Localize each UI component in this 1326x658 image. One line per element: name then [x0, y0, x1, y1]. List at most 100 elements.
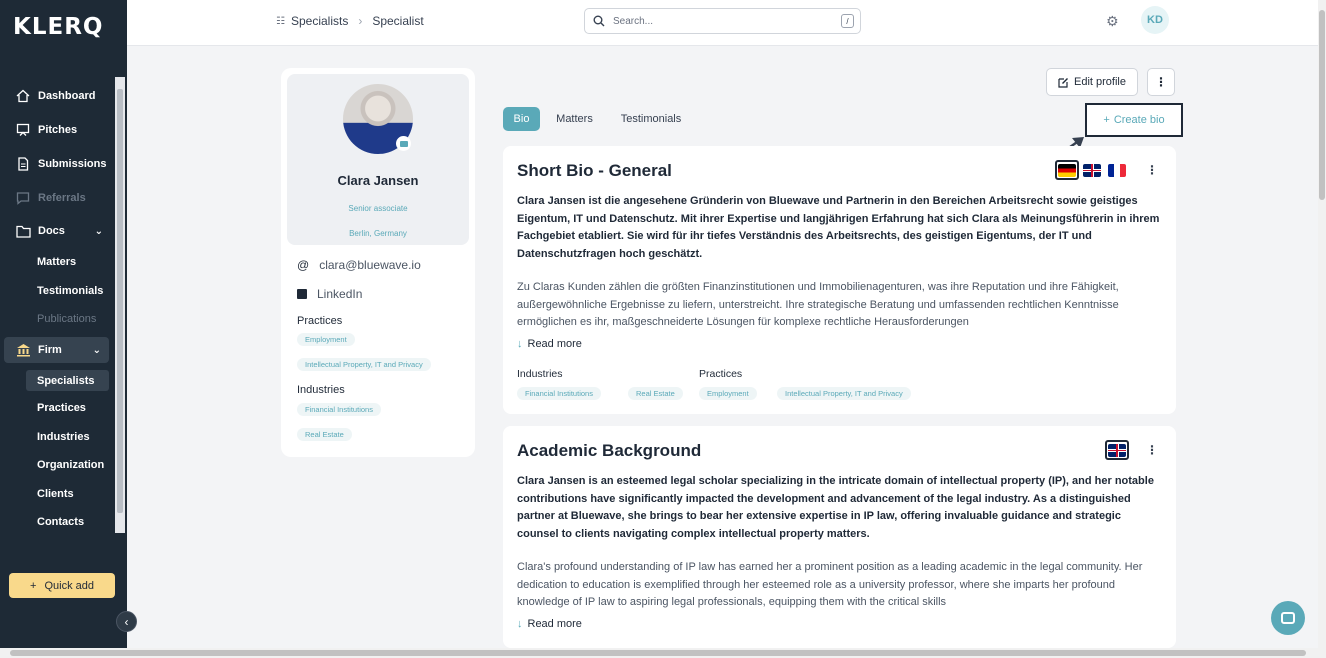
more-options-button[interactable]: ⋮	[1147, 68, 1175, 96]
bio-practices-label: Practices	[699, 368, 743, 380]
flag-uk-icon[interactable]	[1083, 164, 1101, 177]
arrow-down-icon: ↓	[517, 338, 523, 350]
bio-card: Academic Background ⋮ Clara Jansen is an…	[503, 426, 1176, 648]
chat-icon	[1281, 612, 1295, 624]
read-more-link[interactable]: ↓ Read more	[517, 618, 582, 630]
sidebar-item-docs[interactable]: Docs ⌄	[0, 218, 115, 244]
sidebar-item-label: Pitches	[38, 124, 78, 136]
sidebar-item-publications[interactable]: Publications	[37, 313, 96, 325]
user-avatar[interactable]: KD	[1141, 6, 1169, 34]
flag-fr-icon[interactable]	[1108, 164, 1126, 177]
sidebar-item-testimonials[interactable]: Testimonials	[37, 285, 103, 297]
bio-menu-icon[interactable]: ⋮	[1146, 443, 1158, 457]
quick-add-label: Quick add	[44, 579, 94, 592]
bio-industries-label: Industries	[517, 368, 563, 380]
tab-testimonials[interactable]: Testimonials	[611, 107, 691, 131]
read-more-label: Read more	[527, 618, 582, 630]
sidebar-item-label: Referrals	[38, 192, 86, 204]
sidebar-item-label: Docs	[38, 225, 65, 237]
document-icon	[14, 156, 32, 172]
collapse-sidebar-button[interactable]: ‹	[116, 611, 137, 632]
search-icon	[593, 15, 605, 27]
scrollbar-thumb[interactable]	[10, 650, 1306, 656]
sidebar-item-firm[interactable]: Firm ⌄	[4, 337, 109, 363]
industry-chip: Financial Institutions	[517, 387, 601, 400]
bio-title: Academic Background	[517, 441, 702, 460]
profile-card: Clara Jansen Senior associate Berlin, Ge…	[281, 68, 475, 457]
read-more-label: Read more	[527, 338, 582, 350]
sidebar: KLERQ Dashboard Pitches Submissions Refe…	[0, 0, 127, 658]
edit-icon	[1058, 77, 1068, 88]
sidebar-item-matters[interactable]: Matters	[37, 256, 76, 268]
kebab-icon: ⋮	[1155, 75, 1167, 89]
profile-header: Clara Jansen Senior associate Berlin, Ge…	[287, 74, 469, 245]
practices-label: Practices	[297, 315, 343, 327]
profile-linkedin[interactable]: LinkedIn	[297, 287, 362, 301]
search-input[interactable]: Search... /	[584, 8, 861, 34]
chat-icon	[14, 190, 32, 206]
scrollbar-thumb[interactable]	[1319, 10, 1325, 200]
bio-summary: Clara Jansen is an esteemed legal schola…	[517, 475, 1154, 540]
quick-add-button[interactable]: + Quick add	[9, 573, 115, 598]
practice-chip: Employment	[699, 387, 757, 400]
create-bio-button[interactable]: + Create bio	[1085, 103, 1183, 137]
home-icon	[14, 88, 32, 104]
chat-support-button[interactable]	[1271, 601, 1305, 635]
plus-icon: +	[30, 579, 37, 592]
chevron-down-icon: ⌄	[94, 225, 103, 237]
profile-name: Clara Jansen	[337, 173, 419, 188]
sidebar-item-dashboard[interactable]: Dashboard	[0, 83, 115, 109]
profile-role: Senior associate	[348, 204, 408, 213]
page-scrollbar[interactable]	[1318, 0, 1326, 648]
tab-bio[interactable]: Bio	[503, 107, 540, 131]
arrow-down-icon: ↓	[517, 618, 523, 630]
sidebar-item-label: Submissions	[38, 158, 107, 170]
sidebar-item-clients[interactable]: Clients	[37, 488, 74, 500]
sidebar-item-industries[interactable]: Industries	[37, 431, 90, 443]
sidebar-item-pitches[interactable]: Pitches	[0, 117, 115, 143]
logo[interactable]: KLERQ	[13, 14, 103, 40]
sidebar-item-specialists[interactable]: Specialists	[26, 370, 109, 391]
linkedin-text: LinkedIn	[317, 287, 363, 301]
linkedin-icon	[297, 289, 307, 299]
bio-body: Clara's profound understanding of IP law…	[517, 561, 1143, 608]
topbar: ☷ Specialists › Specialist Search... / ⚙…	[127, 0, 1318, 46]
bio-card: Short Bio - General ⋮ Clara Jansen ist d…	[503, 146, 1176, 414]
flag-uk-icon[interactable]	[1108, 444, 1126, 457]
bio-menu-icon[interactable]: ⋮	[1146, 163, 1158, 177]
profile-location: Berlin, Germany	[349, 229, 407, 238]
breadcrumb-separator-icon: ›	[358, 14, 363, 28]
search-placeholder: Search...	[613, 15, 654, 27]
breadcrumb: ☷ Specialists › Specialist	[276, 14, 424, 28]
scrollbar-thumb[interactable]	[117, 89, 123, 513]
folder-icon	[14, 223, 32, 239]
industry-chip: Financial Institutions	[297, 403, 381, 416]
sidebar-item-practices[interactable]: Practices	[37, 402, 86, 414]
plus-icon: +	[1103, 114, 1110, 126]
sidebar-item-submissions[interactable]: Submissions	[0, 151, 115, 177]
presentation-icon	[14, 122, 32, 138]
profile-email[interactable]: @ clara@bluewave.io	[297, 258, 421, 272]
industry-chip: Real Estate	[628, 387, 683, 400]
create-bio-label: Create bio	[1113, 114, 1165, 126]
search-shortcut: /	[841, 14, 854, 28]
at-icon: @	[297, 258, 310, 272]
sidebar-item-referrals[interactable]: Referrals	[0, 185, 115, 211]
email-text: clara@bluewave.io	[319, 258, 421, 272]
breadcrumb-specialist: Specialist	[372, 14, 424, 28]
sidebar-item-organization[interactable]: Organization	[37, 459, 104, 471]
read-more-link[interactable]: ↓ Read more	[517, 338, 582, 350]
tab-matters[interactable]: Matters	[548, 107, 601, 131]
breadcrumb-specialists[interactable]: Specialists	[291, 14, 348, 28]
sidebar-item-contacts[interactable]: Contacts	[37, 516, 84, 528]
specialists-icon: ☷	[276, 15, 285, 27]
gear-icon[interactable]: ⚙	[1106, 13, 1119, 30]
sidebar-scrollbar[interactable]	[115, 77, 125, 533]
camera-icon[interactable]	[396, 136, 411, 151]
sidebar-item-label: Firm	[38, 344, 62, 356]
flag-de-icon[interactable]	[1058, 164, 1076, 177]
horizontal-scrollbar[interactable]	[0, 648, 1326, 658]
edit-profile-button[interactable]: Edit profile	[1046, 68, 1138, 96]
chevron-left-icon: ‹	[124, 614, 129, 629]
industry-chip: Real Estate	[297, 428, 352, 441]
